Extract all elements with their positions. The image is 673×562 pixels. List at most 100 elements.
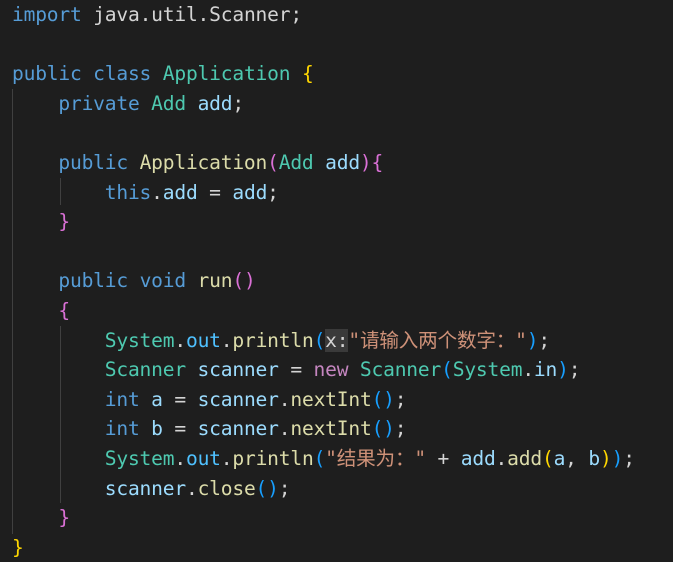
code-token: Add <box>151 91 198 115</box>
code-token: b <box>151 417 163 441</box>
code-token: = <box>278 358 314 382</box>
code-token: int <box>12 417 152 441</box>
code-token: nextInt <box>290 417 372 441</box>
code-token: . <box>174 328 186 352</box>
code-line[interactable]: this.add = add; <box>12 178 635 208</box>
code-token: "结果为：" <box>325 446 426 470</box>
code-token: () <box>232 269 256 293</box>
code-token: println <box>232 328 314 352</box>
code-token: . <box>220 446 233 470</box>
code-token: public class <box>12 62 163 86</box>
code-token: ; <box>538 328 550 352</box>
code-line[interactable]: System.out.println("结果为：" + add.add(a, b… <box>12 444 635 474</box>
code-token: run <box>197 269 233 293</box>
code-token: private <box>12 91 152 115</box>
code-token: ( <box>313 328 326 352</box>
code-token: ) <box>611 446 624 470</box>
code-token: import <box>12 3 82 26</box>
code-token: } <box>12 535 24 559</box>
code-token: ; <box>394 387 407 411</box>
code-token: add <box>197 91 233 115</box>
code-line[interactable]: Scanner scanner = new Scanner(System.in)… <box>12 355 635 385</box>
code-line[interactable]: public void run() <box>12 266 635 296</box>
code-token: out <box>185 328 221 352</box>
code-token: . <box>495 446 508 470</box>
code-line[interactable]: } <box>12 207 635 237</box>
code-token: ) <box>599 446 612 470</box>
code-token: () <box>255 476 279 500</box>
code-token: () <box>371 387 395 411</box>
code-token: Scanner <box>359 358 442 382</box>
code-line[interactable]: System.out.println(x:"请输入两个数字："); <box>12 326 635 356</box>
code-token: add <box>325 150 360 174</box>
code-token: ) <box>526 328 539 352</box>
code-token: void <box>139 269 198 293</box>
code-token: Application <box>162 62 302 86</box>
code-token: . <box>185 476 198 500</box>
code-token: ; <box>394 417 407 441</box>
code-token: add <box>507 446 542 470</box>
code-token: System <box>12 328 175 352</box>
code-line[interactable]: } <box>12 503 635 533</box>
code-token: . <box>278 417 291 441</box>
code-line[interactable]: int a = scanner.nextInt(); <box>12 385 635 415</box>
code-token: . <box>220 328 233 352</box>
code-token: public <box>12 269 140 293</box>
code-token: ( <box>267 150 279 174</box>
code-token: out <box>185 446 221 470</box>
code-token: System <box>452 358 523 382</box>
code-token: { <box>12 298 70 322</box>
code-token: add <box>460 446 496 470</box>
code-token: scanner <box>197 417 279 441</box>
code-line[interactable]: scanner.close(); <box>12 474 635 504</box>
code-line[interactable]: { <box>12 296 635 326</box>
code-token: ( <box>441 358 453 382</box>
code-token: Add <box>278 150 326 174</box>
code-token: } <box>12 506 70 530</box>
code-token: . <box>174 446 186 470</box>
code-line[interactable]: private Add add; <box>12 89 635 119</box>
code-token: = <box>162 387 198 411</box>
code-token: println <box>232 446 314 470</box>
inlay-hint: x: <box>325 328 349 352</box>
code-token: ; <box>568 358 581 382</box>
code-line[interactable]: } <box>12 533 635 562</box>
code-token: ) <box>359 150 372 174</box>
code-line[interactable] <box>12 237 635 267</box>
code-token: ) <box>557 358 569 382</box>
code-line[interactable] <box>12 30 635 60</box>
code-token: ; <box>232 91 244 115</box>
code-token: java.util.Scanner; <box>81 3 302 26</box>
code-token: scanner <box>197 387 279 411</box>
code-token: () <box>371 417 395 441</box>
code-token: nextInt <box>290 387 372 411</box>
code-token: int <box>12 387 152 411</box>
code-token: "请输入两个数字：" <box>348 328 527 352</box>
code-token: + <box>425 446 461 470</box>
code-line[interactable]: import java.util.Scanner; <box>12 0 635 30</box>
code-token: close <box>197 476 256 500</box>
code-token: . <box>278 387 291 411</box>
code-token: , <box>565 446 589 470</box>
code-line[interactable]: public class Application { <box>12 59 635 89</box>
code-token: new <box>313 358 360 382</box>
code-token: ; <box>623 446 635 470</box>
code-token: ; <box>278 476 291 500</box>
code-token: . <box>522 358 534 382</box>
code-token: b <box>588 446 600 470</box>
code-token: System <box>12 446 175 470</box>
code-token: { <box>371 150 384 174</box>
code-token: a <box>553 446 566 470</box>
code-token: Scanner <box>12 358 198 382</box>
code-token: this <box>12 180 152 204</box>
code-line[interactable] <box>12 118 635 148</box>
code-token: scanner <box>197 358 279 382</box>
code-line[interactable]: int b = scanner.nextInt(); <box>12 414 635 444</box>
code-token: Application <box>139 150 268 174</box>
code-token: ( <box>313 446 326 470</box>
code-token: in <box>533 358 558 382</box>
code-token: { <box>301 62 314 86</box>
code-line[interactable]: public Application(Add add){ <box>12 148 635 178</box>
code-token: ( <box>541 446 554 470</box>
code-editor[interactable]: import java.util.Scanner; public class Ap… <box>12 0 635 562</box>
